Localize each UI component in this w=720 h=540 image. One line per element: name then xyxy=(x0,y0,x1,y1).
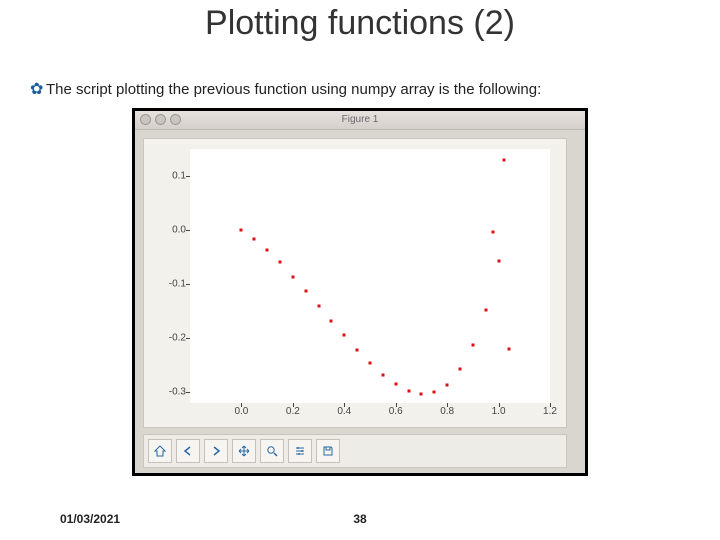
data-point xyxy=(459,368,462,371)
x-tick-mark xyxy=(550,403,551,407)
data-point xyxy=(369,362,372,365)
x-tick-label: 0.8 xyxy=(440,406,454,417)
axes: -0.3-0.2-0.10.00.10.00.20.40.60.81.01.2 xyxy=(190,149,550,403)
back-button[interactable] xyxy=(176,439,200,463)
x-tick-mark xyxy=(499,403,500,407)
save-button[interactable] xyxy=(316,439,340,463)
y-tick-mark xyxy=(186,176,190,177)
page-title: Plotting functions (2) xyxy=(0,4,720,43)
arrow-left-icon xyxy=(182,445,194,457)
data-point xyxy=(356,349,359,352)
x-tick-mark xyxy=(396,403,397,407)
x-tick-mark xyxy=(447,403,448,407)
home-button[interactable] xyxy=(148,439,172,463)
close-icon xyxy=(140,114,151,125)
zoom-rect-icon xyxy=(266,445,278,457)
save-icon xyxy=(322,445,334,457)
data-point xyxy=(279,261,282,264)
home-icon xyxy=(154,445,166,457)
bullet-text: The script plotting the previous functio… xyxy=(46,80,690,100)
y-tick-label: -0.3 xyxy=(160,387,186,398)
sliders-icon xyxy=(294,445,306,457)
data-point xyxy=(433,391,436,394)
y-tick-mark xyxy=(186,392,190,393)
data-point xyxy=(304,290,307,293)
data-point xyxy=(291,275,294,278)
zoom-icon xyxy=(170,114,181,125)
window-titlebar: Figure 1 xyxy=(135,111,585,130)
bullet-icon: ✿ xyxy=(30,80,46,100)
figure-screenshot: Figure 1 -0.3 -0.2 -0.1 0.0 0.1 0.0 0.2 0.4 0.6 0… xyxy=(132,108,588,476)
data-point xyxy=(330,319,333,322)
window-title-text: Figure 1 xyxy=(342,114,379,125)
data-point xyxy=(471,344,474,347)
y-tick-mark xyxy=(186,230,190,231)
data-point xyxy=(420,392,423,395)
pan-button[interactable] xyxy=(232,439,256,463)
data-point xyxy=(394,383,397,386)
data-point xyxy=(507,347,510,350)
slide: Plotting functions (2) ✿ The script plot… xyxy=(0,0,720,540)
data-point xyxy=(492,231,495,234)
x-tick-label: 0.4 xyxy=(337,406,351,417)
plot-canvas: -0.3 -0.2 -0.1 0.0 0.1 0.0 0.2 0.4 0.6 0.8 1.0 1.2 xyxy=(143,138,567,428)
zoom-rect-button[interactable] xyxy=(260,439,284,463)
x-tick-label: 1.0 xyxy=(492,406,506,417)
minimize-icon xyxy=(155,114,166,125)
move-icon xyxy=(238,445,250,457)
data-point xyxy=(407,390,410,393)
configure-button[interactable] xyxy=(288,439,312,463)
y-tick-label: -0.2 xyxy=(160,333,186,344)
data-point xyxy=(484,309,487,312)
data-point xyxy=(266,249,269,252)
window-controls xyxy=(140,114,181,125)
arrow-right-icon xyxy=(210,445,222,457)
y-tick-mark xyxy=(186,284,190,285)
x-tick-mark xyxy=(344,403,345,407)
forward-button[interactable] xyxy=(204,439,228,463)
y-tick-label: 0.1 xyxy=(160,171,186,182)
x-tick-mark xyxy=(241,403,242,407)
y-tick-label: 0.0 xyxy=(160,225,186,236)
y-tick-mark xyxy=(186,338,190,339)
data-point xyxy=(240,229,243,232)
data-point xyxy=(497,260,500,263)
data-point xyxy=(502,158,505,161)
x-tick-mark xyxy=(293,403,294,407)
x-tick-label: 1.2 xyxy=(543,406,557,417)
data-point xyxy=(381,373,384,376)
data-point xyxy=(343,334,346,337)
footer-page-number: 38 xyxy=(0,512,720,526)
x-tick-label: 0.6 xyxy=(389,406,403,417)
y-tick-label: -0.1 xyxy=(160,279,186,290)
x-tick-label: 0.0 xyxy=(234,406,248,417)
bullet-item: ✿ The script plotting the previous funct… xyxy=(30,80,690,100)
data-point xyxy=(317,304,320,307)
data-point xyxy=(446,383,449,386)
matplotlib-toolbar xyxy=(143,434,567,468)
data-point xyxy=(253,238,256,241)
x-tick-label: 0.2 xyxy=(286,406,300,417)
